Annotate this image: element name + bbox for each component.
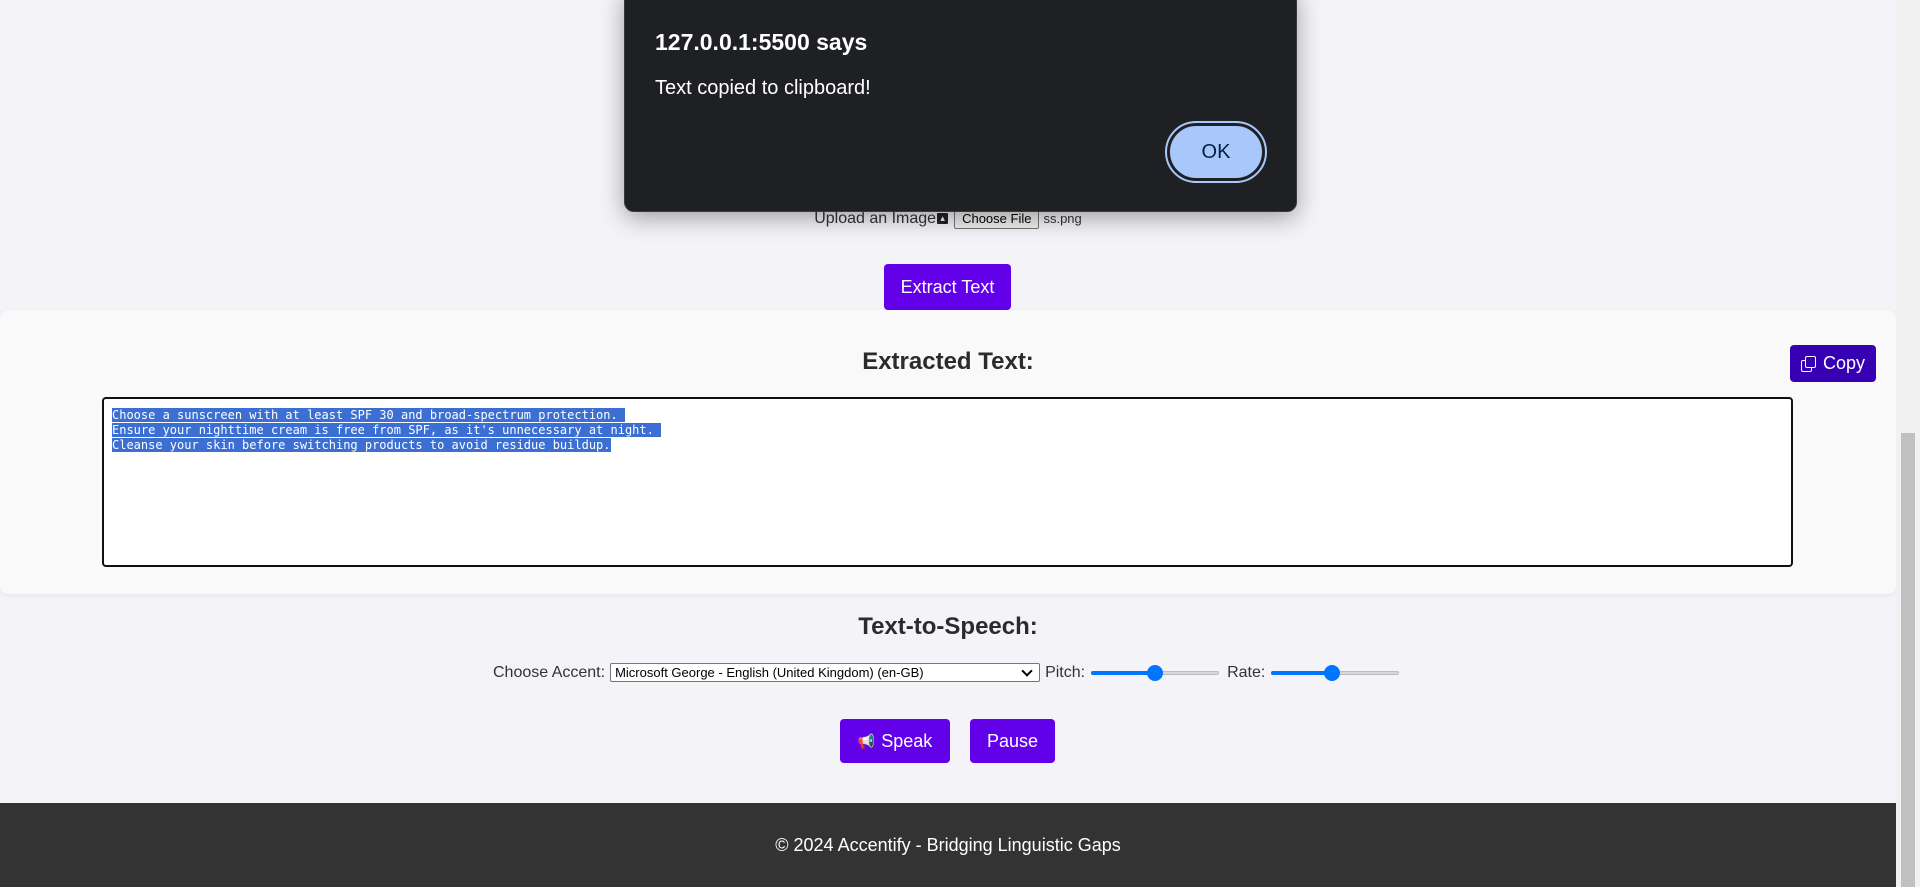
accent-select[interactable]: Microsoft George - English (United Kingd…	[610, 663, 1041, 682]
footer: © 2024 Accentify - Bridging Linguistic G…	[0, 803, 1896, 887]
rate-label: Rate:	[1227, 663, 1266, 681]
footer-text: © 2024 Accentify - Bridging Linguistic G…	[775, 834, 1121, 855]
copy-label: Copy	[1822, 353, 1866, 373]
slider-thumb[interactable]	[1147, 664, 1164, 681]
text-line: Choose a sunscreen with at least SPF 30 …	[112, 408, 625, 422]
dialog-title: 127.0.0.1:5500 says	[655, 29, 868, 55]
upload-label: Upload an Image	[814, 209, 937, 227]
tts-controls: Choose Accent: Microsoft George - Englis…	[493, 663, 1407, 682]
alert-dialog: 127.0.0.1:5500 says Text copied to clipb…	[624, 0, 1297, 212]
pitch-label: Pitch:	[1045, 663, 1086, 681]
dialog-message: Text copied to clipboard!	[655, 77, 871, 99]
text-line: Cleanse your skin before switching produ…	[112, 438, 611, 452]
pitch-slider[interactable]	[1091, 664, 1220, 681]
dialog-ok-button[interactable]: OK	[1165, 121, 1267, 183]
upload-icon: ▴	[937, 213, 949, 224]
copy-button[interactable]: Copy	[1790, 345, 1876, 382]
speak-label: Speak	[881, 730, 933, 751]
scrollbar-thumb[interactable]	[1901, 433, 1915, 887]
extracted-text-card: Extracted Text: Copy Choose a sunscreen …	[0, 310, 1896, 594]
extracted-text-title: Extracted Text:	[862, 348, 1034, 375]
text-line: Ensure your nighttime cream is free from…	[112, 423, 662, 437]
accent-label: Choose Accent:	[493, 663, 606, 681]
chevron-down-icon	[1021, 664, 1033, 677]
speak-button[interactable]: 📢 Speak	[840, 719, 950, 763]
copy-icon	[1800, 355, 1817, 372]
tts-title: Text-to-Speech:	[858, 613, 1038, 640]
page-scrollbar[interactable]	[1896, 0, 1920, 887]
slider-thumb[interactable]	[1323, 664, 1340, 681]
pause-button[interactable]: Pause	[970, 719, 1055, 763]
extract-text-button[interactable]: Extract Text	[884, 264, 1011, 310]
file-name: ss.png	[1043, 211, 1082, 226]
extracted-text-area[interactable]: Choose a sunscreen with at least SPF 30 …	[102, 397, 1793, 567]
rate-slider[interactable]	[1271, 664, 1400, 681]
accent-value: Microsoft George - English (United Kingd…	[615, 665, 924, 680]
megaphone-icon: 📢	[857, 732, 876, 749]
